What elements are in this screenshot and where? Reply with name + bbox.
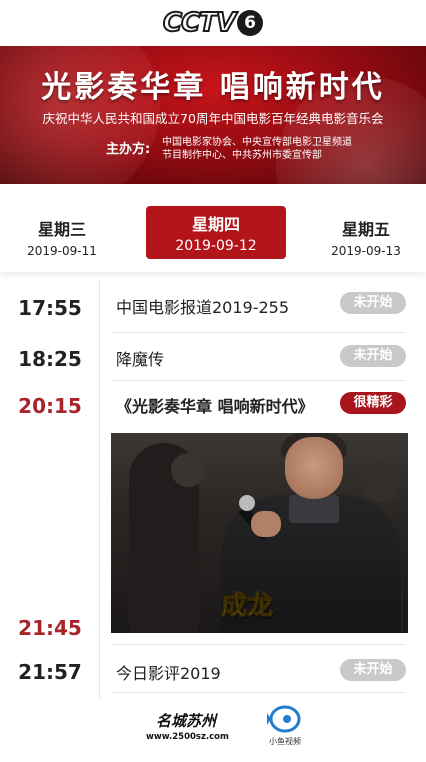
banner-host-list: 中国电影家协会、中央宣传部电影卫星频道 节目制作中心、中共苏州市委宣传部 [162, 136, 362, 162]
event-banner: 光影奏华章 唱响新时代 庆祝中华人民共和国成立70周年中国电影百年经典电影音乐会… [0, 46, 426, 184]
row-divider [112, 332, 406, 333]
footer-logos: 名城苏州 www.2500sz.com 小鱼视频 [0, 696, 426, 762]
date-tab-date: 2019-09-11 [27, 244, 97, 258]
date-tab-active[interactable]: 星期四 2019-09-12 [146, 206, 286, 259]
banner-host-label: 主办方: [106, 142, 151, 157]
date-tab-date: 2019-09-12 [175, 238, 257, 254]
schedule-title: 《光影奏华章 唱响新时代》 [116, 397, 314, 416]
singer-collar [289, 495, 339, 523]
row-divider [112, 380, 406, 381]
fish-icon [267, 704, 303, 734]
singer-hand [251, 511, 281, 537]
background-musician [171, 453, 205, 487]
status-badge: 未开始 [340, 345, 406, 367]
top-logo-bar: CCTV 6 [0, 0, 426, 46]
schedule-time: 18:25 [18, 347, 82, 371]
status-badge: 未开始 [340, 659, 406, 681]
banner-host-line: 节目制作中心、中共苏州市委宣传部 [162, 150, 322, 161]
date-tab-weekday: 星期五 [341, 220, 390, 239]
date-tab-prev[interactable]: 星期三 2019-09-11 [0, 216, 132, 258]
status-badge: 很精彩 [340, 392, 406, 414]
row-divider [112, 692, 406, 693]
singer-face [285, 437, 343, 499]
logo-name: 名城苏州 [155, 712, 216, 730]
channel-number: 6 [237, 10, 264, 36]
date-tab-next[interactable]: 星期五 2019-09-13 [296, 216, 426, 258]
mingcheng-suzhou-logo[interactable]: 名城苏州 www.2500sz.com [146, 710, 229, 742]
logo-name: 小鱼视频 [269, 737, 301, 746]
status-badge: 未开始 [340, 292, 406, 314]
banner-host-line: 中国电影家协会、中央宣传部电影卫星频道 [162, 137, 352, 148]
xiaoyu-video-logo[interactable]: 小鱼视频 [260, 704, 310, 747]
schedule-title: 降魔传 [116, 350, 165, 369]
schedule-time: 21:57 [18, 660, 82, 684]
schedule-time: 20:15 [18, 394, 82, 418]
video-thumbnail[interactable]: 成龙 [111, 433, 408, 633]
date-tab-weekday: 星期三 [37, 220, 86, 239]
date-selector: 星期三 2019-09-11 星期四 2019-09-12 星期五 2019-0… [0, 184, 426, 272]
banner-title: 光影奏华章 唱响新时代 [41, 70, 385, 105]
background-musician [361, 463, 401, 503]
microphone-icon [239, 495, 255, 511]
schedule-time: 21:45 [18, 616, 82, 640]
banner-subtitle: 庆祝中华人民共和国成立70周年中国电影百年经典电影音乐会 [42, 111, 384, 126]
cctv6-logo: CCTV 6 [162, 7, 264, 39]
logo-url: www.2500sz.com [146, 732, 229, 742]
row-divider [112, 644, 406, 645]
date-tab-date: 2019-09-13 [331, 244, 401, 258]
date-tab-weekday: 星期四 [191, 215, 240, 234]
schedule-title: 中国电影报道2019-255 [116, 298, 290, 317]
video-caption: 成龙 [220, 591, 274, 622]
schedule-title: 今日影评2019 [116, 664, 221, 683]
cctv-logo-text: CCTV [162, 7, 237, 39]
schedule-time: 17:55 [18, 296, 82, 320]
